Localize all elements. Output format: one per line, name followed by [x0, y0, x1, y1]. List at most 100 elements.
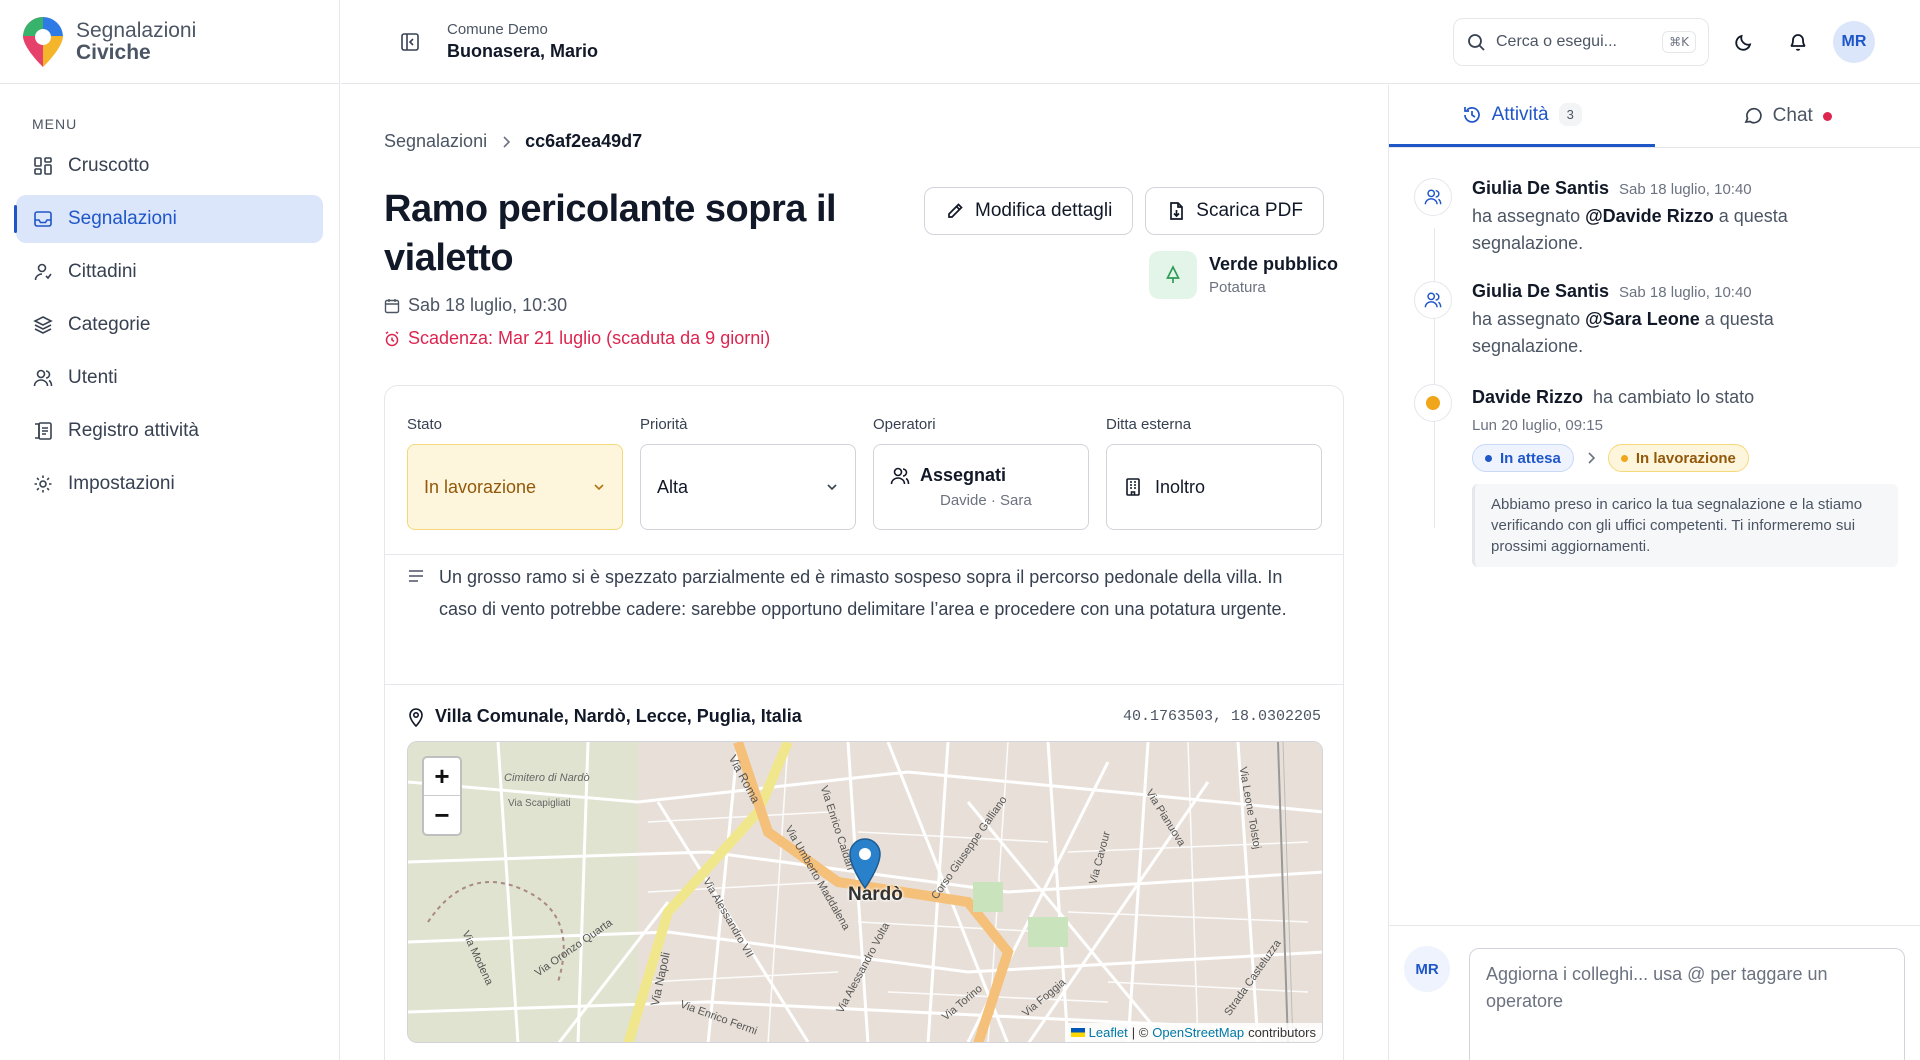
sidebar-toggle-button[interactable] — [395, 27, 425, 57]
users-icon — [32, 367, 54, 389]
chevron-down-icon — [594, 484, 604, 491]
sidebar-item-cruscotto[interactable]: Cruscotto — [16, 142, 323, 190]
company-label: Ditta esterna — [1106, 416, 1192, 433]
map-marker-icon[interactable] — [848, 837, 882, 889]
sidebar: Segnalazioni Civiche MENU Cruscotto Segn… — [0, 0, 340, 1060]
map-zoom-control: + − — [422, 756, 462, 836]
operators-value: Assegnati — [920, 465, 1007, 485]
breadcrumb-current: cc6af2ea49d7 — [525, 131, 643, 151]
tab-chat[interactable]: Chat — [1655, 85, 1920, 147]
greeting: Buonasera, Mario — [447, 41, 599, 61]
location-coordinates: 40.1763503, 18.0302205 — [1122, 708, 1321, 725]
map-label-scapigliati: Via Scapigliati — [508, 798, 571, 809]
priority-select[interactable]: Alta — [640, 444, 856, 530]
activity-item: Giulia De Santis Sab 18 luglio, 10:40 ha… — [1414, 281, 1895, 360]
page-title: Ramo pericolante sopra il vialetto — [384, 188, 837, 279]
comment-input[interactable]: Aggiorna i colleghi... usa @ per taggare… — [1469, 948, 1905, 1060]
activity-verb: ha assegnato — [1472, 206, 1581, 226]
description-text: Un grosso ramo si è spezzato parzialment… — [439, 567, 1287, 619]
zoom-out-button[interactable]: − — [424, 796, 460, 834]
edit-details-button[interactable]: Modifica dettagli — [924, 187, 1134, 235]
osm-link[interactable]: OpenStreetMap — [1152, 1025, 1244, 1040]
operators-field: Operatori Assegnati Davide · Sara — [873, 416, 1089, 530]
breadcrumb-parent[interactable]: Segnalazioni — [384, 131, 487, 152]
activity-mention[interactable]: @Davide Rizzo — [1585, 206, 1714, 226]
app-root: Segnalazioni Civiche MENU Cruscotto Segn… — [0, 0, 1920, 1060]
tab-activity[interactable]: Attività 3 — [1389, 85, 1655, 147]
search-input[interactable]: Cerca o esegui... ⌘K — [1453, 18, 1709, 66]
divider — [385, 684, 1343, 685]
priority-value: Alta — [657, 476, 689, 497]
sidebar-item-cittadini[interactable]: Cittadini — [16, 248, 323, 296]
company-field: Ditta esterna Inoltro — [1106, 416, 1322, 530]
search-shortcut: ⌘K — [1662, 31, 1696, 53]
breadcrumb: Segnalazioni cc6af2ea49d7 — [384, 131, 642, 152]
sidebar-item-impostazioni[interactable]: Impostazioni — [16, 460, 323, 508]
calendar-icon — [384, 298, 400, 313]
sidebar-item-label: Segnalazioni — [68, 208, 177, 229]
download-pdf-button[interactable]: Scarica PDF — [1145, 187, 1324, 235]
sidebar-item-label: Cruscotto — [68, 155, 150, 176]
sidebar-item-segnalazioni[interactable]: Segnalazioni — [14, 195, 323, 243]
subcategory-name: Potatura — [1209, 279, 1266, 296]
status-from-badge: In attesa — [1472, 444, 1574, 472]
status-from-label: In attesa — [1500, 449, 1561, 467]
map[interactable]: Cimitero di Nardò Via Scapigliati Via Ro… — [407, 741, 1323, 1043]
user-icon — [32, 261, 54, 283]
operators-button[interactable]: Assegnati Davide · Sara — [873, 444, 1089, 530]
report-date: Sab 18 luglio, 10:30 — [384, 295, 567, 316]
divider — [385, 554, 1343, 555]
building-icon — [1126, 478, 1140, 496]
chat-bubble-icon — [1744, 107, 1762, 124]
edit-details-label: Modifica dettagli — [975, 200, 1113, 221]
map-attribution: Leaflet | © OpenStreetMap contributors — [1064, 1023, 1322, 1042]
description: Un grosso ramo si è spezzato parzialment… — [407, 561, 1319, 625]
alarm-clock-icon — [385, 330, 399, 346]
bell-icon — [1790, 34, 1806, 51]
ukraine-flag-icon — [1070, 1028, 1085, 1037]
sidebar-item-registro-attivita[interactable]: Registro attività — [16, 407, 323, 455]
category-name: Verde pubblico — [1209, 254, 1339, 274]
sidebar-item-utenti[interactable]: Utenti — [16, 354, 323, 402]
report-card: Stato In lavorazione Priorità Alta Opera… — [384, 385, 1344, 1060]
comment-composer: MR Aggiorna i colleghi... usa @ per tagg… — [1389, 925, 1920, 1060]
brand-name-line1: Segnalazioni — [76, 18, 197, 42]
search-icon — [1468, 34, 1485, 51]
company-button[interactable]: Inoltro — [1106, 444, 1322, 530]
user-avatar[interactable]: MR — [1833, 21, 1875, 63]
tab-activity-count: 3 — [1558, 103, 1582, 126]
topbar: Comune Demo Buonasera, Mario Cerca o ese… — [341, 0, 1920, 84]
status-to-badge: In lavorazione — [1607, 444, 1749, 472]
status-field: Stato In lavorazione — [407, 416, 623, 530]
pencil-icon — [948, 203, 963, 218]
company-value: Inoltro — [1155, 476, 1206, 497]
composer-avatar: MR — [1404, 946, 1450, 992]
layers-icon — [32, 314, 54, 336]
main-content: Segnalazioni cc6af2ea49d7 Ramo pericolan… — [341, 85, 1387, 1060]
leaflet-link[interactable]: Leaflet — [1089, 1025, 1128, 1040]
notifications-button[interactable] — [1779, 23, 1817, 61]
activity-panel: Attività 3 Chat Giulia De Santis Sab 18 … — [1388, 85, 1920, 1060]
status-select[interactable]: In lavorazione — [407, 444, 623, 530]
zoom-in-button[interactable]: + — [424, 758, 460, 796]
sidebar-collapse-icon — [401, 32, 419, 51]
tree-icon — [1149, 251, 1197, 299]
status-transition: In attesa In lavorazione — [1472, 444, 1898, 472]
chevron-right-icon — [1588, 452, 1595, 464]
activity-text: ha assegnato @Sara Leone a questa segnal… — [1472, 306, 1872, 360]
users-icon — [890, 467, 910, 484]
users-icon — [1414, 178, 1452, 216]
sidebar-item-label: Utenti — [68, 367, 118, 388]
inbox-icon — [32, 208, 54, 230]
dashboard-icon — [32, 155, 54, 177]
theme-toggle-button[interactable] — [1725, 23, 1763, 61]
report-deadline: Scadenza: Mar 21 luglio (scaduta da 9 gi… — [384, 328, 770, 349]
brand[interactable]: Segnalazioni Civiche — [0, 0, 339, 84]
activity-mention[interactable]: @Sara Leone — [1585, 309, 1700, 329]
category-badge: Verde pubblico Potatura — [1149, 251, 1338, 299]
location-row: Villa Comunale, Nardò, Lecce, Puglia, It… — [407, 706, 1321, 727]
report-deadline-text: Scadenza: Mar 21 luglio (scaduta da 9 gi… — [408, 328, 771, 348]
activity-verb: ha assegnato — [1472, 309, 1581, 329]
chevron-down-icon — [827, 484, 837, 491]
sidebar-item-categorie[interactable]: Categorie — [16, 301, 323, 349]
